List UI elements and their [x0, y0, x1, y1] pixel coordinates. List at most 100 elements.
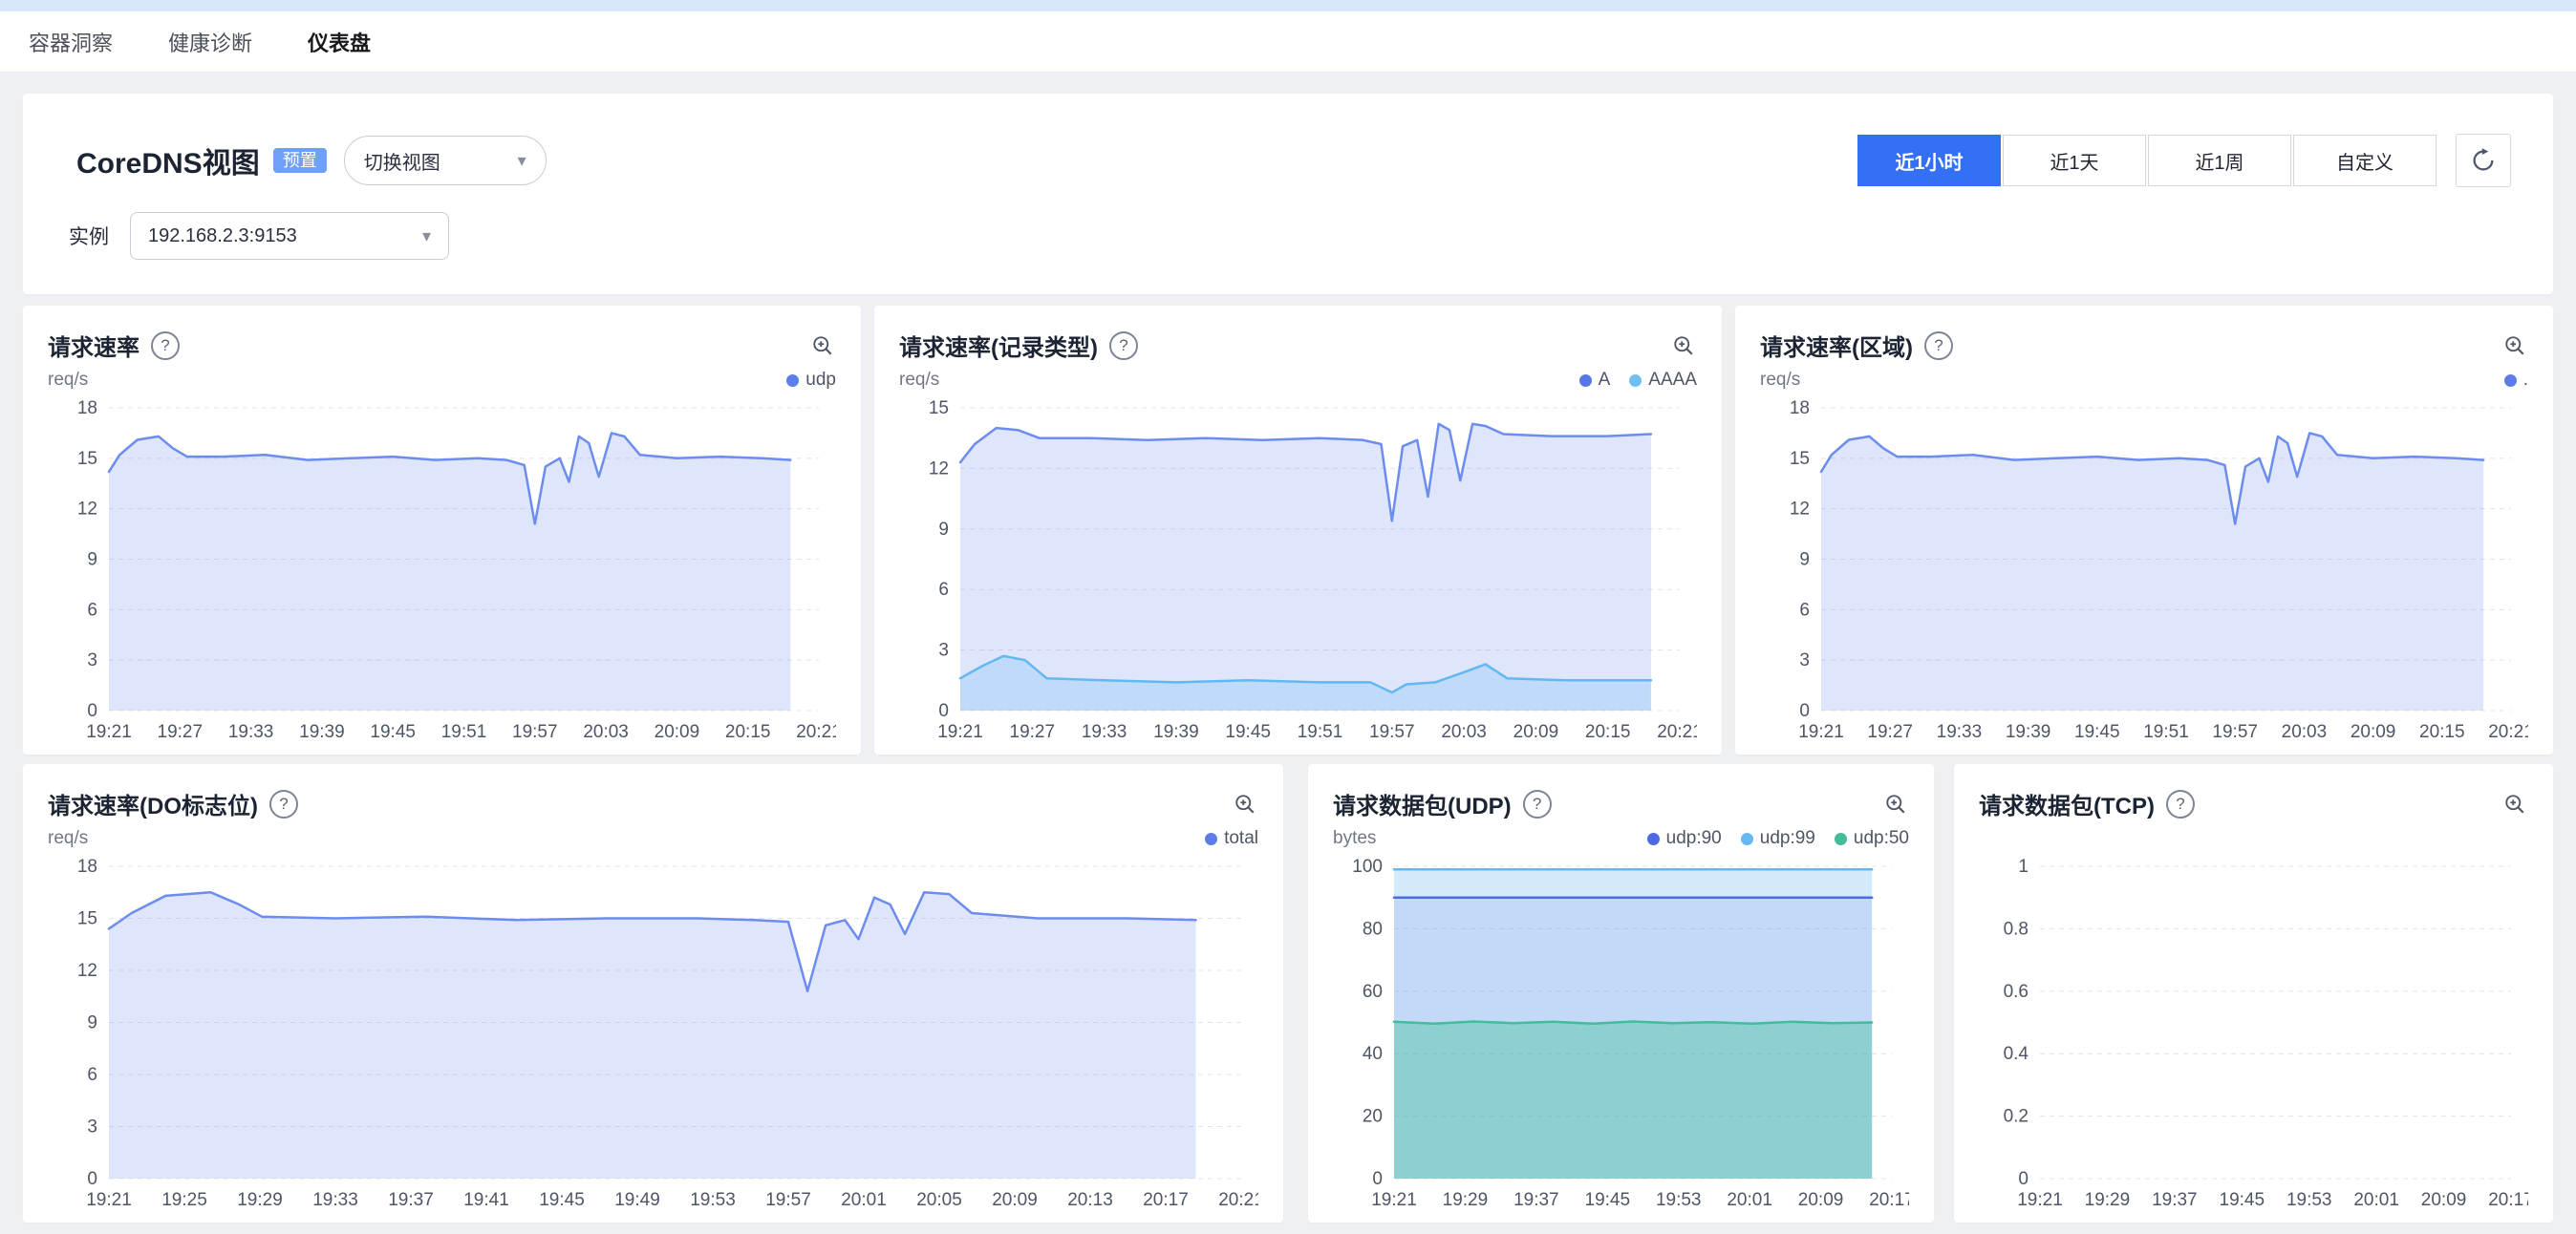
help-icon[interactable]: ?	[151, 331, 180, 360]
svg-text:9: 9	[1799, 550, 1810, 570]
legend-label: udp:90	[1666, 828, 1722, 849]
svg-text:19:21: 19:21	[2017, 1190, 2063, 1210]
svg-text:19:39: 19:39	[299, 722, 345, 742]
tab-container-insights[interactable]: 容器洞察	[29, 27, 113, 57]
svg-text:3: 3	[938, 641, 949, 661]
chevron-down-icon: ▾	[422, 226, 431, 246]
chart-title: 请求数据包(UDP)	[1333, 787, 1512, 820]
legend-label: total	[1224, 828, 1258, 849]
svg-text:20:09: 20:09	[992, 1190, 1038, 1210]
svg-text:18: 18	[1790, 398, 1810, 418]
svg-text:20:17: 20:17	[2488, 1190, 2528, 1210]
legend-item[interactable]: udp:50	[1835, 828, 1909, 849]
time-range-custom-button[interactable]: 自定义	[2293, 135, 2436, 186]
legend-label: .	[2523, 370, 2528, 391]
svg-text:20:17: 20:17	[1869, 1190, 1909, 1210]
svg-text:15: 15	[1790, 449, 1810, 469]
svg-text:20:21: 20:21	[2488, 722, 2528, 742]
svg-text:20:09: 20:09	[2421, 1190, 2467, 1210]
svg-text:15: 15	[77, 909, 97, 929]
chart-plot-area: 02040608010019:2119:2919:3719:4519:5320:…	[1333, 853, 1909, 1215]
svg-text:20:09: 20:09	[1513, 722, 1559, 742]
svg-text:19:57: 19:57	[2212, 722, 2258, 742]
help-icon[interactable]: ?	[269, 790, 298, 819]
svg-text:19:33: 19:33	[312, 1190, 358, 1210]
svg-text:0: 0	[1799, 701, 1810, 721]
svg-text:19:45: 19:45	[370, 722, 416, 742]
svg-text:19:49: 19:49	[614, 1190, 660, 1210]
svg-text:12: 12	[77, 500, 97, 520]
svg-text:20: 20	[1363, 1107, 1383, 1127]
help-icon[interactable]: ?	[1109, 331, 1138, 360]
zoom-icon[interactable]	[1882, 791, 1909, 818]
svg-text:12: 12	[929, 458, 949, 479]
svg-text:0: 0	[2018, 1169, 2029, 1189]
legend-item[interactable]: udp:99	[1741, 828, 1815, 849]
legend-dot	[1835, 833, 1847, 845]
chart-legend: .	[2504, 370, 2528, 391]
zoom-icon[interactable]	[2501, 332, 2528, 359]
legend-dot	[2504, 374, 2517, 387]
svg-text:19:53: 19:53	[1656, 1190, 1702, 1210]
tab-dashboard[interactable]: 仪表盘	[308, 27, 371, 57]
chart-legend: udp:90 udp:99 udp:50	[1647, 828, 1909, 849]
svg-text:9: 9	[87, 550, 97, 570]
legend-item[interactable]: .	[2504, 370, 2528, 391]
chevron-down-icon: ▾	[518, 151, 526, 171]
y-axis-unit: req/s	[48, 370, 88, 391]
svg-text:0: 0	[87, 1169, 97, 1189]
legend-item[interactable]: udp	[786, 370, 836, 391]
help-icon[interactable]: ?	[1924, 331, 1953, 360]
instance-select[interactable]: 192.168.2.3:9153 ▾	[130, 212, 449, 260]
zoom-icon[interactable]	[809, 332, 836, 359]
help-icon[interactable]: ?	[1523, 790, 1552, 819]
legend-item[interactable]: AAAA	[1629, 370, 1697, 391]
time-range-1d-button[interactable]: 近1天	[2003, 135, 2146, 186]
chart-card-request-rate-record-type: 请求速率(记录类型) ? req/s AAAAA 0369121519:2119…	[874, 306, 1722, 755]
legend-item[interactable]: A	[1579, 370, 1611, 391]
legend-label: udp	[805, 370, 836, 391]
legend-item[interactable]: udp:90	[1647, 828, 1722, 849]
switch-view-dropdown[interactable]: 切换视图 ▾	[344, 136, 547, 185]
svg-text:19:29: 19:29	[2085, 1190, 2131, 1210]
zoom-icon[interactable]	[2501, 791, 2528, 818]
svg-text:0.2: 0.2	[2004, 1107, 2029, 1127]
svg-text:20:15: 20:15	[2419, 722, 2465, 742]
tab-health-diagnosis[interactable]: 健康诊断	[168, 27, 252, 57]
svg-text:20:21: 20:21	[1218, 1190, 1258, 1210]
refresh-button[interactable]	[2456, 134, 2511, 187]
time-range-1h-button[interactable]: 近1小时	[1857, 135, 2001, 186]
zoom-icon[interactable]	[1670, 332, 1697, 359]
svg-text:6: 6	[87, 600, 97, 620]
svg-text:19:57: 19:57	[1369, 722, 1415, 742]
svg-text:6: 6	[1799, 600, 1810, 620]
y-axis-unit: req/s	[899, 370, 939, 391]
svg-text:12: 12	[1790, 500, 1810, 520]
tab-bar: 容器洞察 健康诊断 仪表盘	[0, 11, 2576, 73]
svg-text:20:21: 20:21	[796, 722, 836, 742]
svg-text:19:21: 19:21	[86, 722, 132, 742]
svg-text:1: 1	[2018, 857, 2029, 877]
svg-text:15: 15	[77, 449, 97, 469]
svg-text:19:51: 19:51	[1298, 722, 1343, 742]
chart-plot-area: 0369121519:2119:2719:3319:3919:4519:5119…	[899, 394, 1697, 747]
svg-text:20:09: 20:09	[2351, 722, 2396, 742]
svg-text:20:09: 20:09	[1798, 1190, 1844, 1210]
chart-card-request-rate-do-flag: 请求速率(DO标志位) ? req/s total 036912151819:2…	[23, 764, 1283, 1223]
svg-text:19:21: 19:21	[1798, 722, 1844, 742]
zoom-icon[interactable]	[1232, 791, 1258, 818]
help-icon[interactable]: ?	[2166, 790, 2195, 819]
svg-text:3: 3	[1799, 650, 1810, 670]
legend-item[interactable]: total	[1205, 828, 1258, 849]
svg-text:19:53: 19:53	[2286, 1190, 2332, 1210]
svg-text:100: 100	[1352, 857, 1383, 877]
svg-text:19:33: 19:33	[1937, 722, 1983, 742]
time-range-1w-button[interactable]: 近1周	[2148, 135, 2291, 186]
chart-plot-area: 036912151819:2119:2519:2919:3319:3719:41…	[48, 853, 1258, 1215]
svg-text:40: 40	[1363, 1044, 1383, 1064]
svg-text:19:37: 19:37	[388, 1190, 434, 1210]
legend-dot	[786, 374, 799, 387]
svg-text:6: 6	[938, 580, 949, 600]
svg-text:20:09: 20:09	[655, 722, 700, 742]
dashboard-header-panel: CoreDNS视图 预置 切换视图 ▾ 近1小时 近1天 近1周 自定义 实例 …	[23, 94, 2553, 294]
